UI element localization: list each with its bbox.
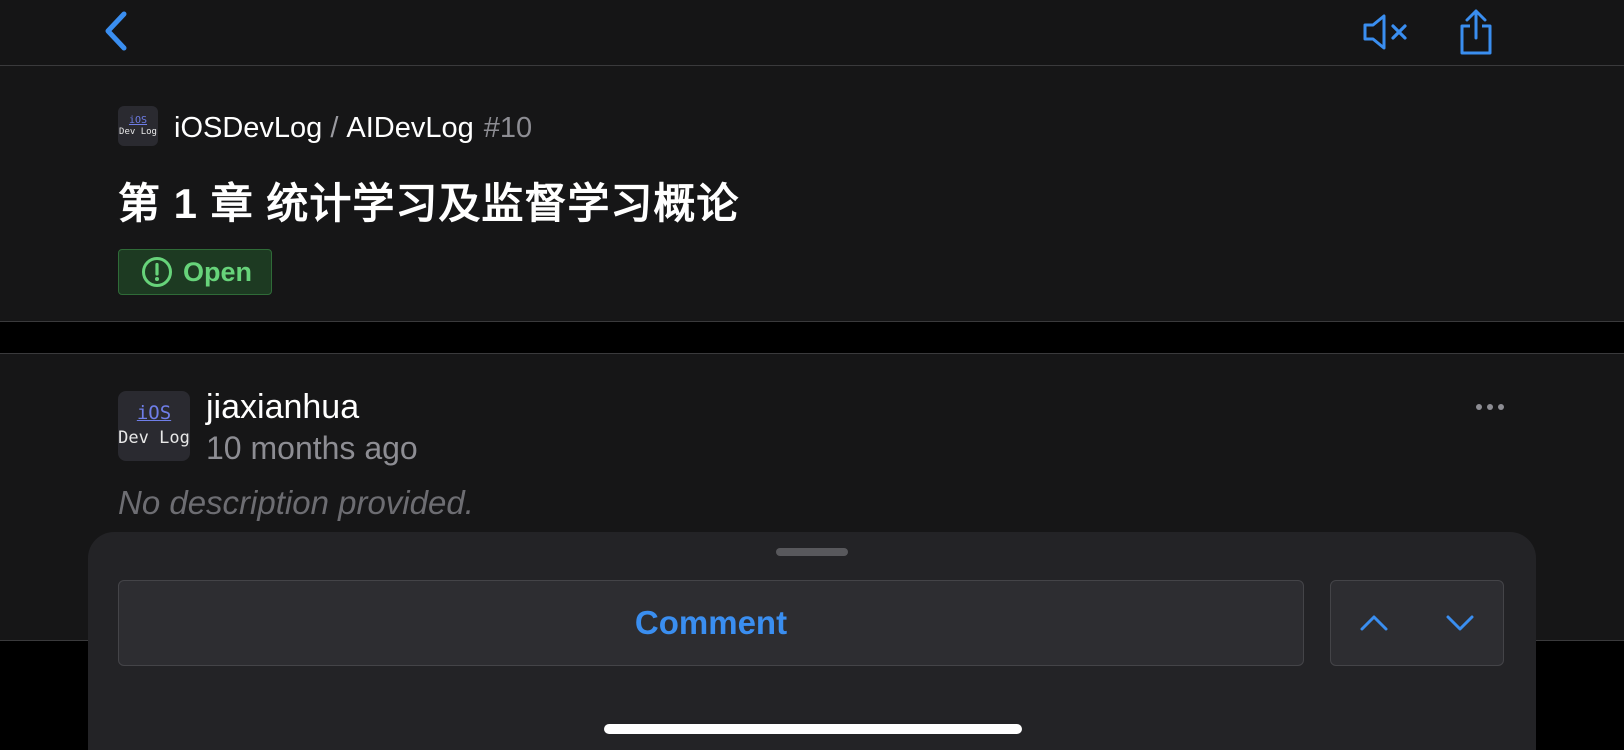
bottom-sheet: Comment (88, 532, 1536, 750)
status-badge: Open (118, 249, 272, 295)
more-options-button[interactable] (1468, 392, 1512, 422)
repo-breadcrumb: iOSDevLog / AIDevLog #10 (174, 108, 532, 148)
comment-body: No description provided. (118, 484, 474, 521)
avatar[interactable]: iOS Dev Log (118, 391, 190, 461)
screen: iOS Dev Log iOSDevLog / AIDevLog #10 第 1… (0, 0, 1624, 750)
avatar-line2: Dev Log (118, 428, 190, 448)
repo-name-link[interactable]: AIDevLog (346, 112, 473, 145)
exclamation-circle-icon (142, 257, 172, 287)
ellipsis-icon (1476, 404, 1482, 410)
previous-button[interactable] (1331, 581, 1417, 665)
back-button[interactable] (96, 8, 136, 54)
mute-button[interactable] (1360, 10, 1412, 54)
issue-title: 第 1 章 统计学习及监督学习概论 (118, 180, 740, 227)
share-button[interactable] (1454, 6, 1498, 58)
next-button[interactable] (1417, 581, 1503, 665)
breadcrumb-separator: / (330, 111, 339, 144)
sheet-grabber[interactable] (776, 548, 848, 556)
repo-avatar-line2: Dev Log (119, 126, 157, 137)
ellipsis-icon (1498, 404, 1504, 410)
comment-author[interactable]: jiaxianhua (206, 388, 359, 427)
repo-owner-link[interactable]: iOSDevLog (174, 112, 322, 145)
chevron-down-icon (1446, 615, 1474, 631)
repo-avatar-line1: iOS (128, 114, 148, 126)
share-icon (1460, 9, 1492, 55)
issue-number: #10 (483, 111, 533, 144)
chevron-left-icon (105, 11, 127, 51)
chevron-up-icon (1360, 615, 1388, 631)
navigation-bar (0, 0, 1624, 66)
navigation-stepper (1330, 580, 1504, 666)
issue-header: iOS Dev Log iOSDevLog / AIDevLog #10 第 1… (0, 66, 1624, 322)
repo-avatar[interactable]: iOS Dev Log (118, 106, 158, 146)
comment-button[interactable]: Comment (118, 580, 1304, 666)
avatar-line1: iOS (136, 402, 172, 424)
ellipsis-icon (1487, 404, 1493, 410)
comment-timestamp: 10 months ago (206, 430, 418, 466)
status-label: Open (183, 256, 253, 287)
home-indicator (604, 724, 1022, 734)
speaker-muted-icon (1363, 14, 1407, 50)
